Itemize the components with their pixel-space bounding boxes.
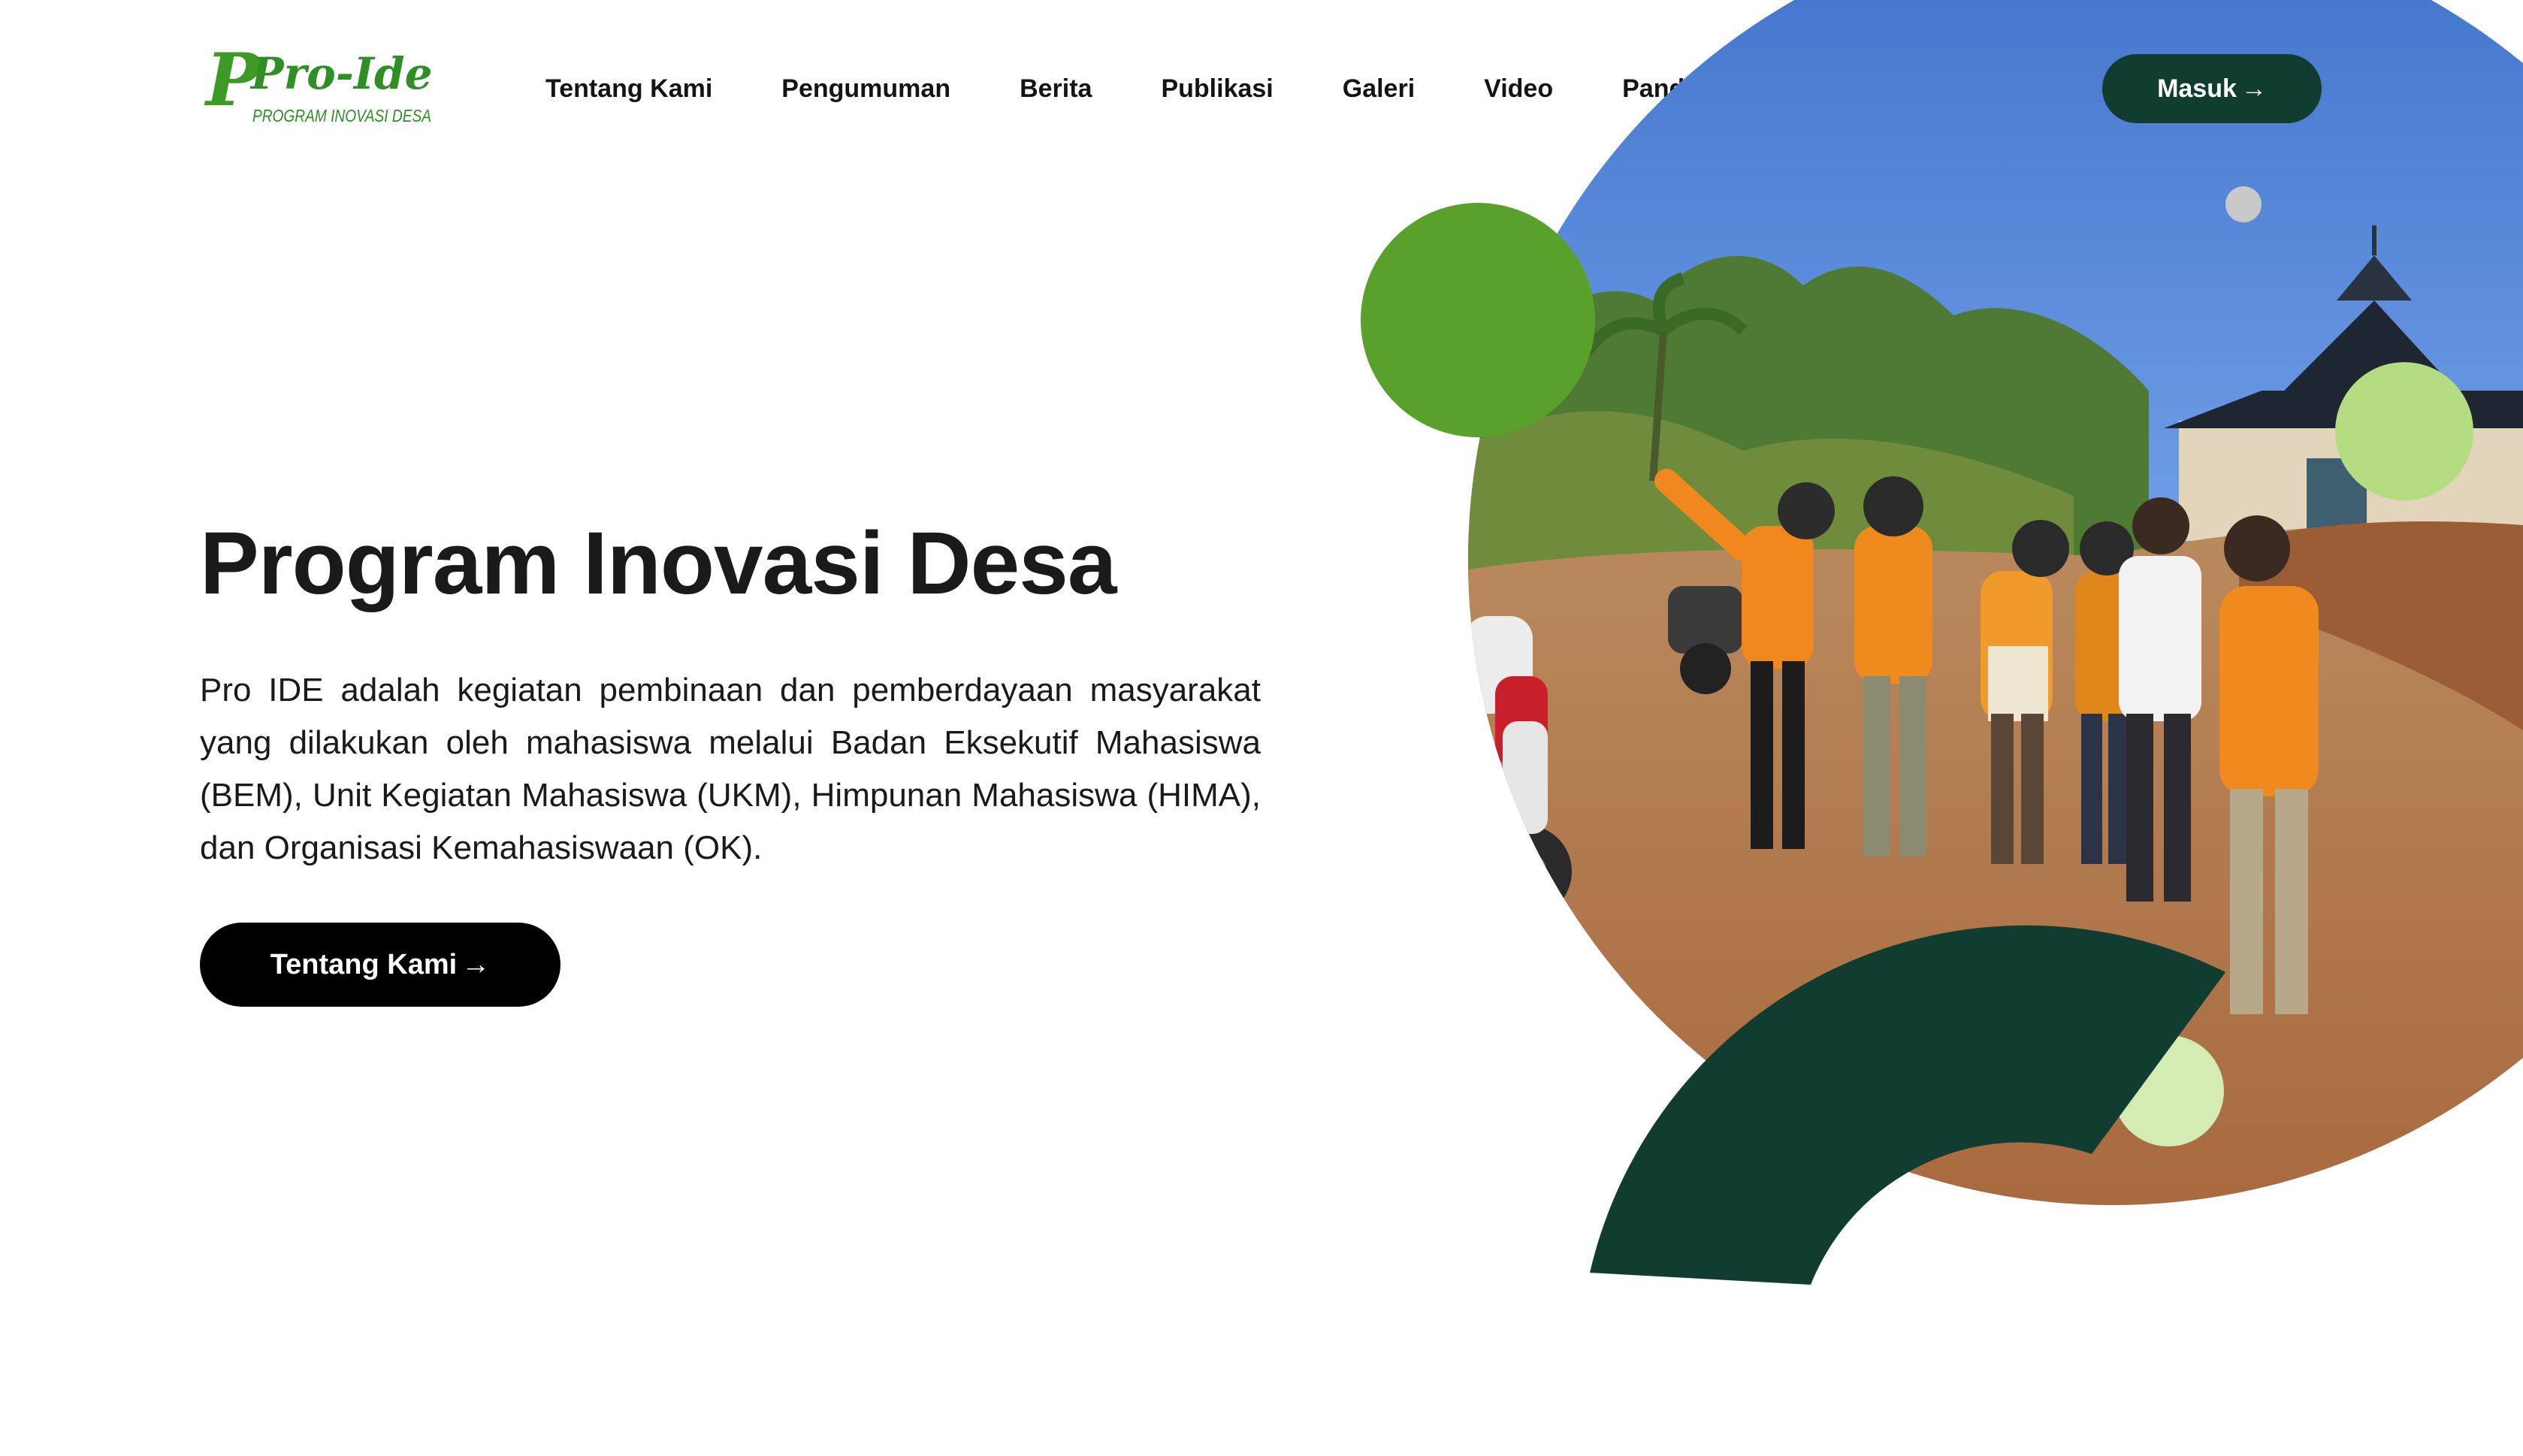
arrow-right-icon: → [461, 948, 491, 980]
green-circle-decoration [1361, 203, 1595, 437]
login-button-label: Masuk [2157, 74, 2237, 103]
nav-item-galeri[interactable]: Galeri [1343, 74, 1415, 104]
nav-item-video[interactable]: Video [1484, 74, 1553, 104]
about-us-button[interactable]: Tentang Kami → [200, 923, 560, 1007]
nav-item-pengumuman[interactable]: Pengumuman [781, 74, 950, 104]
hero-description: Pro IDE adalah kegiatan pembinaan dan pe… [200, 672, 1261, 866]
pro-ide-logo[interactable]: P Pro-Ide PROGRAM INOVASI DESA [203, 42, 443, 140]
main-navigation: Tentang Kami Pengumuman Berita Publikasi… [545, 66, 1972, 111]
hero-title: Program Inovasi Desa [200, 514, 1117, 613]
nav-item-tentang-kami[interactable]: Tentang Kami [545, 74, 712, 104]
nav-item-berita[interactable]: Berita [1020, 74, 1092, 104]
hero-photo [1468, 0, 2523, 1205]
login-button[interactable]: Masuk → [2102, 54, 2322, 123]
logo-mark: P Pro-Ide PROGRAM INOVASI DESA [204, 42, 433, 125]
about-us-button-label: Tentang Kami [270, 948, 458, 980]
pale-green-circle-decoration [2113, 1035, 2224, 1146]
nav-item-panduan[interactable]: Panduan [1622, 74, 1730, 104]
nav-item-publikasi[interactable]: Publikasi [1161, 74, 1273, 104]
arrow-right-icon: → [2240, 74, 2267, 103]
gray-dot-decoration [2225, 186, 2262, 222]
logo-text: Pro-Ide [249, 48, 433, 99]
logo-subtext: PROGRAM INOVASI DESA [252, 106, 431, 125]
dark-green-arc-decoration [1590, 925, 2225, 1285]
light-green-circle-decoration [2335, 362, 2473, 500]
nav-item-hubungi-kami[interactable]: Hubungi Kami [1799, 74, 1972, 104]
